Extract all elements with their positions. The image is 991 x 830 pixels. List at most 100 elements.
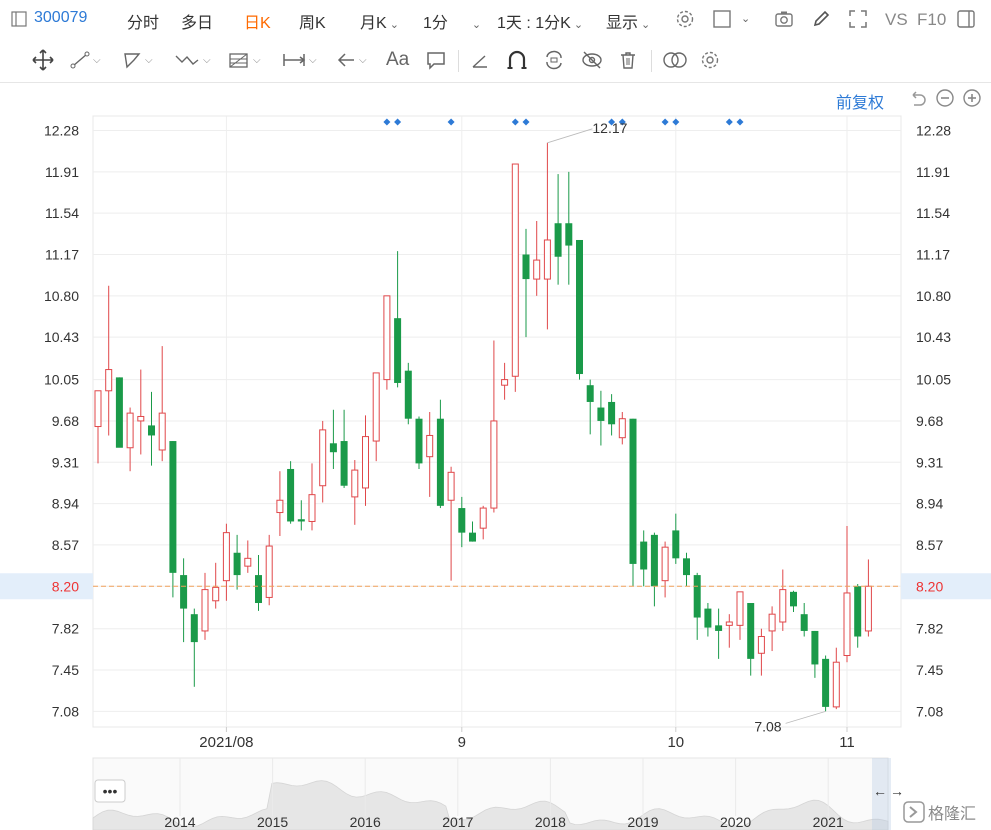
candle-body-down <box>704 608 712 628</box>
low-annotation-label: 7.08 <box>754 718 781 734</box>
candle-body-up <box>383 295 391 381</box>
event-marker <box>736 118 744 126</box>
y-tick-label-left: 9.31 <box>52 454 79 470</box>
candles <box>94 142 872 712</box>
watermark-text: 格隆汇 <box>928 806 977 823</box>
candle-body-up <box>543 239 551 280</box>
candle-body-up <box>618 418 626 439</box>
event-marker <box>672 118 680 126</box>
candle-body-down <box>469 532 476 542</box>
candle-body-up <box>137 415 145 422</box>
candle-body-up <box>479 507 487 529</box>
candle-body-down <box>629 418 637 564</box>
event-marker <box>394 118 402 126</box>
candle-body-up <box>362 436 369 489</box>
y-tick-label-left: 11.54 <box>45 205 79 221</box>
event-markers[interactable] <box>383 118 744 126</box>
y-tick-label-left: 12.28 <box>44 123 79 139</box>
candle-body-up <box>158 412 166 451</box>
candle-body-down <box>554 223 562 257</box>
y-tick-label-left: 11.17 <box>45 247 79 263</box>
candle-body-down <box>650 534 658 587</box>
candle-body-up <box>447 471 455 501</box>
candle-body-down <box>458 508 466 533</box>
watermark-logo: 格隆汇 <box>903 800 976 824</box>
candle-body-down <box>565 223 573 246</box>
navigator-more-dots-icon: ••• <box>103 783 118 799</box>
y-tick-label-right: 7.82 <box>916 621 943 637</box>
event-marker <box>383 118 391 126</box>
y-tick-label-left: 7.82 <box>52 621 79 637</box>
candle-body-down <box>404 370 412 419</box>
y-tick-label-right: 10.05 <box>916 372 951 388</box>
candle-body-down <box>576 239 583 375</box>
candle-body-up <box>779 589 787 623</box>
event-marker <box>511 118 519 126</box>
candle-body-up <box>372 372 380 442</box>
candle-body-down <box>148 425 155 436</box>
candle-body-down <box>169 441 177 573</box>
range-navigator[interactable]: 2014 2015 2016 2017 2018 2019 2020 2021 ← → ••• <box>92 757 904 830</box>
candlestick-chart[interactable]: 12.28 11.91 11.54 11.17 10.80 10.43 10.05 9.68 9… <box>0 0 991 830</box>
candle-body-up <box>426 434 434 458</box>
candle-body-down <box>597 407 605 421</box>
y-tick-label-right: 11.91 <box>916 164 950 180</box>
candle-body-up <box>864 585 872 632</box>
candle-body-up <box>351 469 359 498</box>
candle-body-down <box>608 401 616 425</box>
candle-body-up <box>768 613 776 632</box>
candle-body-up <box>265 545 273 598</box>
current-price-band-right <box>901 573 991 600</box>
candle-body-up <box>736 591 744 626</box>
x-tick-label: 10 <box>667 734 684 751</box>
y-tick-label-right: 12.28 <box>916 123 951 139</box>
candle-body-down <box>190 614 198 643</box>
y-tick-label-left: 8.57 <box>52 537 79 553</box>
candle-body-up <box>511 163 519 377</box>
candle-body-down <box>747 603 755 659</box>
y-tick-label-left: 10.05 <box>44 372 79 388</box>
candle-body-up <box>244 557 252 567</box>
navigator-year-label: 2019 <box>627 814 658 830</box>
candle-body-down <box>522 254 530 280</box>
candle-body-down <box>287 468 295 522</box>
candle-body-down <box>436 418 444 506</box>
candle-body-up <box>725 621 733 626</box>
candle-body-down <box>329 443 337 453</box>
y-tick-label-right: 8.20 <box>916 578 943 594</box>
y-tick-label-right: 7.08 <box>916 703 943 719</box>
candle-body-down <box>233 552 241 576</box>
low-annotation-leader <box>785 710 826 724</box>
event-marker <box>661 118 669 126</box>
event-marker <box>447 118 455 126</box>
y-tick-label-right: 8.94 <box>916 496 943 512</box>
navigator-year-label: 2018 <box>535 814 566 830</box>
y-tick-label-left: 9.68 <box>52 413 79 429</box>
y-axis-right: 12.28 11.91 11.54 11.17 10.80 10.43 10.05 9.68 9… <box>916 123 951 720</box>
candle-body-down <box>255 575 262 604</box>
y-tick-label-right: 11.54 <box>916 205 950 221</box>
candle-body-down <box>693 575 701 618</box>
gelonghui-logo-icon <box>903 801 925 823</box>
high-low-annotations: 12.17 7.08 <box>547 120 826 734</box>
y-tick-label-right: 8.57 <box>916 537 943 553</box>
candle-body-up <box>308 494 316 522</box>
y-tick-label-right: 10.80 <box>916 288 951 304</box>
current-price-band-left <box>0 573 93 600</box>
candle-body-up <box>832 661 840 708</box>
high-annotation-label: 12.17 <box>592 120 627 136</box>
candle-body-up <box>533 259 541 280</box>
y-tick-label-left: 8.20 <box>52 578 79 594</box>
y-tick-label-right: 9.31 <box>916 454 943 470</box>
y-tick-label-left: 10.80 <box>44 288 79 304</box>
candle-body-down <box>790 591 797 607</box>
candle-body-up <box>201 589 209 632</box>
navigator-year-label: 2014 <box>164 814 195 830</box>
y-tick-label-left: 7.45 <box>52 662 79 678</box>
event-marker <box>522 118 530 126</box>
navigator-year-label: 2021 <box>813 814 844 830</box>
candle-body-up <box>222 532 230 582</box>
candle-body-down <box>811 630 819 665</box>
candle-body-up <box>212 586 220 602</box>
candle-body-down <box>180 575 188 609</box>
